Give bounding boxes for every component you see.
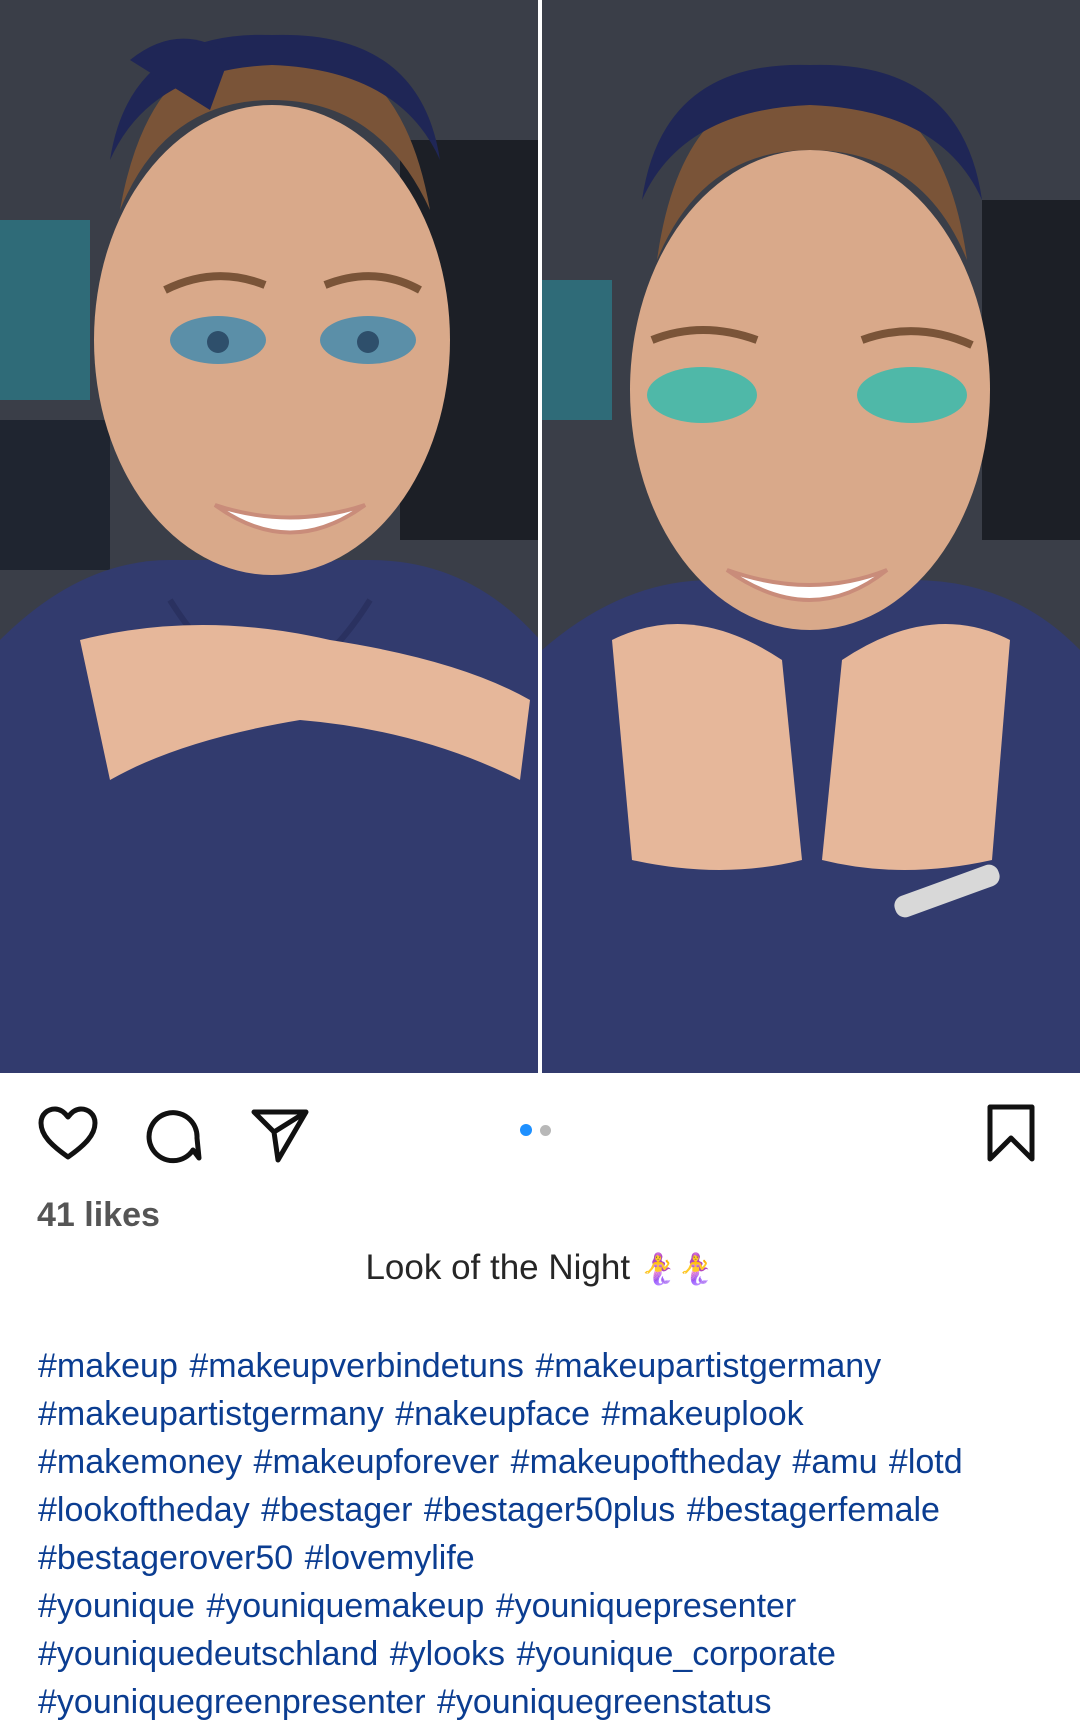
share-send-icon[interactable] bbox=[248, 1102, 312, 1166]
comment-icon[interactable] bbox=[140, 1102, 206, 1166]
caption-title-text: Look of the Night bbox=[365, 1248, 631, 1287]
hashtag-line[interactable]: #lookoftheday #bestager #bestager50plus … bbox=[38, 1486, 1058, 1534]
hashtag-line[interactable]: #youniquedeutschland #ylooks #younique_c… bbox=[38, 1630, 1058, 1678]
hashtag-line[interactable]: #younique #youniquemakeup #youniqueprese… bbox=[38, 1582, 1058, 1630]
hashtag-line[interactable]: #makeup #makeupverbindetuns #makeupartis… bbox=[38, 1342, 1058, 1390]
mermaid-emoji-icon: 🧜‍♀️🧜‍♀️ bbox=[639, 1252, 715, 1287]
hashtag-line[interactable]: #youniquegreenpresenter #youniquegreenst… bbox=[38, 1678, 1058, 1726]
post-photo-right bbox=[542, 0, 1080, 1073]
post-photo-left bbox=[0, 0, 540, 1073]
likes-count[interactable]: 41 likes bbox=[37, 1196, 160, 1235]
hashtag-line[interactable]: #bestagerover50 #lovemylife bbox=[38, 1534, 1058, 1582]
caption-hashtags: #makeup #makeupverbindetuns #makeupartis… bbox=[38, 1342, 1058, 1726]
carousel-dot bbox=[540, 1124, 551, 1136]
hashtag-line[interactable]: #makemoney #makeupforever #makeupoftheda… bbox=[38, 1438, 1058, 1486]
caption-title: Look of the Night 🧜‍♀️🧜‍♀️ bbox=[0, 1248, 1080, 1288]
hashtag-line[interactable]: #makeupartistgermany #nakeupface #makeup… bbox=[38, 1390, 1058, 1438]
post-image-carousel[interactable] bbox=[0, 0, 1080, 1073]
bookmark-save-icon[interactable] bbox=[982, 1100, 1040, 1166]
carousel-indicator bbox=[520, 1124, 551, 1136]
like-heart-icon[interactable] bbox=[34, 1102, 102, 1164]
carousel-dot-active bbox=[520, 1124, 532, 1136]
